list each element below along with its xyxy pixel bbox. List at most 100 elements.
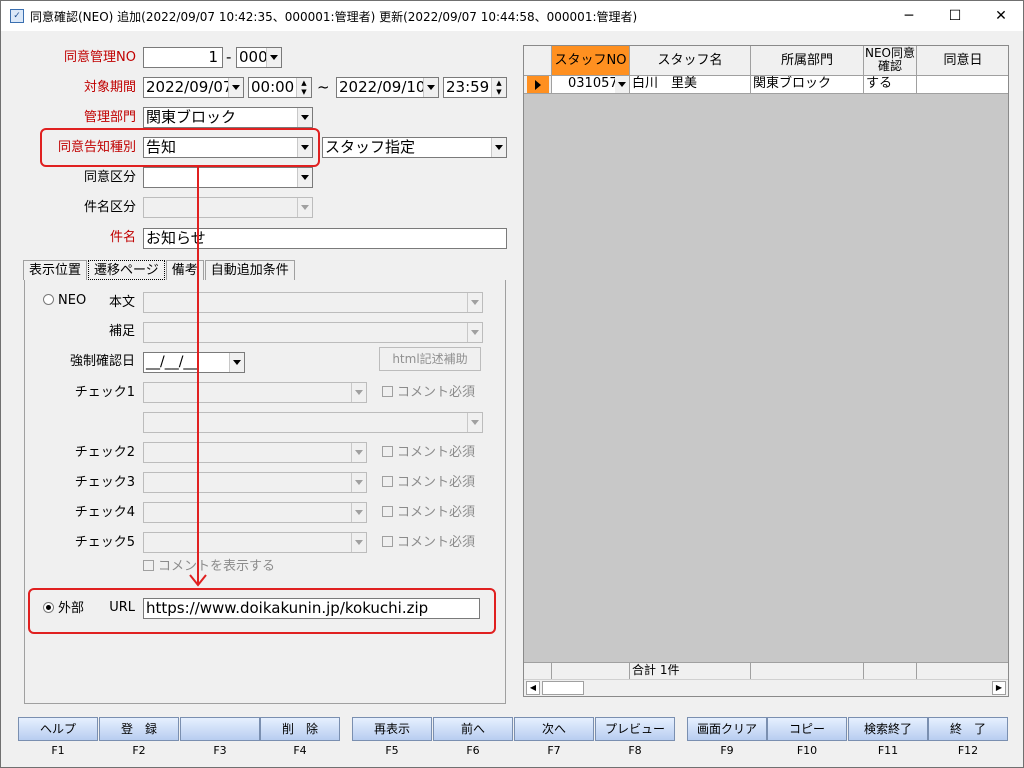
cell-staff-no[interactable]: 031057 (552, 76, 630, 94)
footer-cell (552, 662, 630, 679)
dept-select[interactable]: 関東ブロック (143, 107, 313, 128)
checkbox-icon[interactable] (382, 446, 393, 457)
fkey-button-f8[interactable]: プレビュー (595, 717, 675, 741)
cell-consent-date[interactable] (917, 76, 1008, 94)
maximize-button[interactable]: ☐ (932, 1, 978, 31)
check3-comment-required[interactable]: コメント必須 (382, 475, 475, 491)
subject-label: 件名 (109, 230, 136, 245)
tab-auto-add-conditions[interactable]: 自動追加条件 (204, 260, 295, 280)
cell-staff-name[interactable]: 白川 里美 (630, 76, 751, 94)
fkey-button-f1[interactable]: ヘルプ (18, 717, 98, 741)
fkey-label-f12: F12 (957, 744, 979, 757)
tab-display-position[interactable]: 表示位置 (23, 260, 88, 280)
chevron-down-icon[interactable] (351, 473, 366, 492)
period-to-time[interactable]: 23:59 ▲ ▼ (443, 77, 507, 98)
chevron-down-icon[interactable] (615, 76, 629, 93)
title-bar: ✓ 同意確認(NEO) 追加(2022/09/07 10:42:35、00000… (1, 1, 1023, 31)
tab-transition-page[interactable]: 遷移ページ (88, 260, 165, 280)
period-from-date[interactable]: 2022/09/07 (143, 77, 244, 98)
chevron-down-icon[interactable] (491, 138, 506, 157)
fkey-label-f8: F8 (628, 744, 642, 757)
scroll-left-icon[interactable]: ◀ (526, 681, 540, 695)
chevron-down-icon[interactable] (423, 78, 438, 97)
consent-div-select[interactable] (143, 167, 313, 188)
spin-up-icon[interactable]: ▲ (297, 78, 311, 88)
neo-radio[interactable]: NEO (43, 293, 86, 309)
chevron-down-icon[interactable] (467, 413, 482, 432)
check1-select[interactable] (143, 382, 367, 403)
comment-required-label: コメント必須 (397, 385, 476, 400)
time-spinner[interactable]: ▲ ▼ (491, 78, 506, 97)
close-button[interactable]: ✕ (978, 1, 1024, 31)
spin-down-icon[interactable]: ▼ (297, 88, 311, 98)
fkey-button-f7[interactable]: 次へ (514, 717, 594, 741)
fkey-button-f3[interactable] (180, 717, 260, 741)
fkey-button-f12[interactable]: 終 了 (928, 717, 1008, 741)
minimize-button[interactable]: ─ (886, 1, 932, 31)
chevron-down-icon[interactable] (351, 383, 366, 402)
chevron-down-icon[interactable] (297, 108, 312, 127)
check5-comment-required[interactable]: コメント必須 (382, 535, 475, 551)
chevron-down-icon[interactable] (266, 48, 281, 67)
staff-spec-select[interactable]: スタッフ指定 (322, 137, 507, 158)
tab-bar: 表示位置 遷移ページ 備考 自動追加条件 (23, 260, 296, 280)
scroll-thumb[interactable] (542, 681, 584, 695)
grid-header-staff-no[interactable]: スタッフNO (552, 46, 630, 76)
check5-select[interactable] (143, 532, 367, 553)
scroll-right-icon[interactable]: ▶ (992, 681, 1006, 695)
checkbox-icon[interactable] (382, 476, 393, 487)
grid-header-consent-date[interactable]: 同意日 (917, 46, 1008, 76)
check2-label: チェック2 (74, 445, 135, 460)
period-to-date[interactable]: 2022/09/10 (336, 77, 439, 98)
cell-dept[interactable]: 関東ブロック (751, 76, 864, 94)
fkey-button-f6[interactable]: 前へ (433, 717, 513, 741)
fkey-button-f11[interactable]: 検索終了 (848, 717, 928, 741)
horizontal-scrollbar[interactable]: ◀ ▶ (524, 679, 1008, 696)
spin-up-icon[interactable]: ▲ (492, 78, 506, 88)
spin-down-icon[interactable]: ▼ (492, 88, 506, 98)
chevron-down-icon[interactable] (229, 353, 244, 372)
grid-header-dept[interactable]: 所属部門 (751, 46, 864, 76)
chevron-down-icon[interactable] (351, 443, 366, 462)
time-spinner[interactable]: ▲ ▼ (296, 78, 311, 97)
fkey-button-f4[interactable]: 削 除 (260, 717, 340, 741)
chevron-down-icon[interactable] (351, 533, 366, 552)
chevron-down-icon[interactable] (467, 323, 482, 342)
radio-off-icon[interactable] (43, 294, 54, 305)
period-from-time[interactable]: 00:00 ▲ ▼ (248, 77, 312, 98)
check4-select[interactable] (143, 502, 367, 523)
chevron-down-icon[interactable] (297, 198, 312, 217)
fkey-button-f10[interactable]: コピー (767, 717, 847, 741)
comment-required-label: コメント必須 (397, 505, 476, 520)
chevron-down-icon[interactable] (351, 503, 366, 522)
checkbox-icon[interactable] (382, 386, 393, 397)
mgmt-no-input[interactable]: 1 (143, 47, 223, 68)
mgmt-no-sub-select[interactable]: 000 (236, 47, 282, 68)
grid-header-staff-name[interactable]: スタッフ名 (630, 46, 751, 76)
checkbox-icon[interactable] (382, 506, 393, 517)
fkey-button-f5[interactable]: 再表示 (352, 717, 432, 741)
dept-label: 管理部門 (83, 110, 136, 125)
html-helper-button[interactable]: html記述補助 (379, 347, 481, 371)
fkey-label-f1: F1 (51, 744, 65, 757)
checkbox-icon[interactable] (382, 536, 393, 547)
fkey-button-f2[interactable]: 登 録 (99, 717, 179, 741)
footer-cell (917, 662, 1008, 679)
check4-comment-required[interactable]: コメント必須 (382, 505, 475, 521)
subject-div-select[interactable] (143, 197, 313, 218)
check1-comment-required[interactable]: コメント必須 (382, 385, 475, 401)
row-pointer-icon (527, 76, 549, 93)
cell-neo-confirm[interactable]: する (864, 76, 917, 94)
check2-comment-required[interactable]: コメント必須 (382, 445, 475, 461)
fkey-button-f9[interactable]: 画面クリア (687, 717, 767, 741)
check2-select[interactable] (143, 442, 367, 463)
chevron-down-icon[interactable] (467, 293, 482, 312)
staff-grid[interactable]: スタッフNO スタッフ名 所属部門 NEO同意確認 同意日 031057 白川 … (523, 45, 1009, 697)
chevron-down-icon[interactable] (228, 78, 243, 97)
footer-cell (864, 662, 917, 679)
check3-select[interactable] (143, 472, 367, 493)
chevron-down-icon[interactable] (297, 168, 312, 187)
checkbox-icon[interactable] (143, 560, 154, 571)
row-selector[interactable] (524, 76, 552, 94)
grid-header-neo-confirm[interactable]: NEO同意確認 (864, 46, 917, 76)
